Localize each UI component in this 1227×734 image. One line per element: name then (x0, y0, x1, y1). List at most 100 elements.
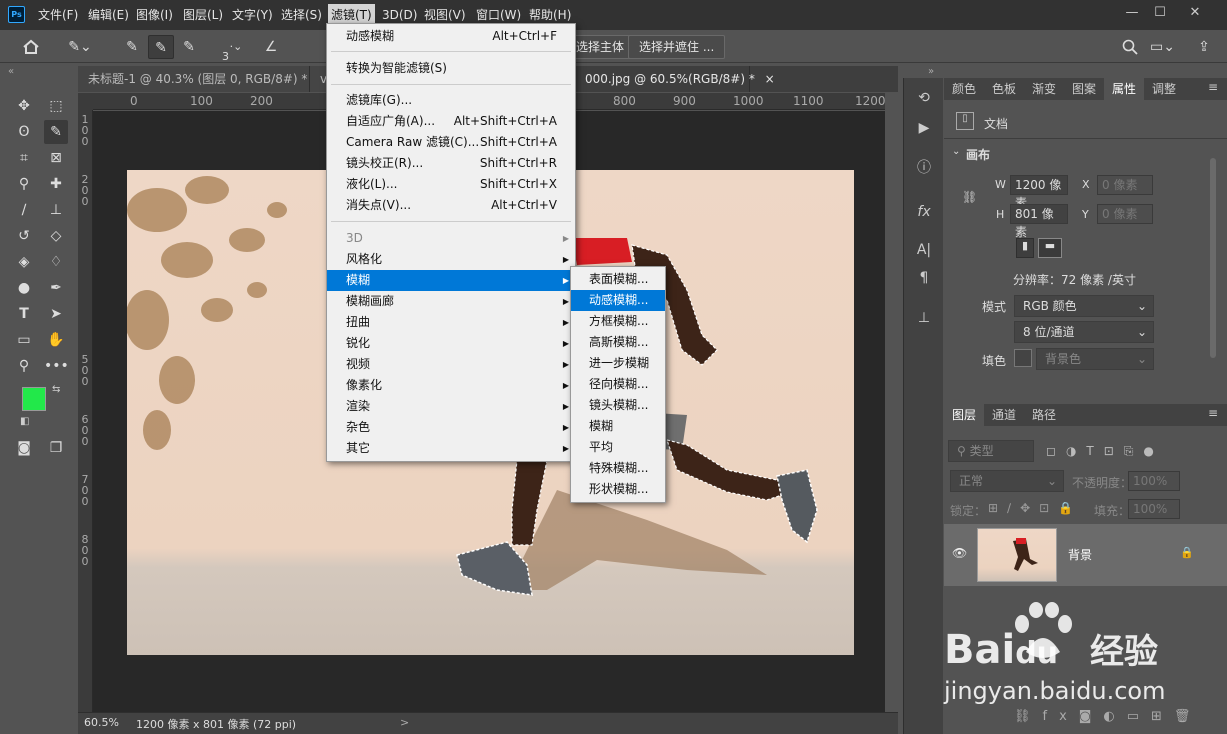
collapse-toolbox-icon[interactable]: « (8, 66, 14, 77)
move-tool-icon[interactable]: ✥ (12, 94, 36, 118)
layer-row-background[interactable]: 👁 背景 🔒 (944, 524, 1227, 586)
history-brush-tool-icon[interactable]: ↺ (12, 224, 36, 248)
quick-select-tool-icon[interactable]: ✎ (44, 120, 68, 144)
restore-button[interactable]: ☐ (1148, 4, 1172, 22)
pen-tool-icon[interactable]: ✒ (44, 276, 68, 300)
menu-item-liquify[interactable]: 液化(L)... Shift+Ctrl+X (327, 174, 575, 195)
frame-tool-icon[interactable]: ⊠ (44, 146, 68, 170)
select-and-mask-button[interactable]: 选择并遮住 ... (628, 35, 726, 59)
path-select-tool-icon[interactable]: ➤ (44, 302, 68, 326)
submenu-item-radial-blur[interactable]: 径向模糊... (571, 374, 665, 395)
menu-item-distort[interactable]: 扭曲 ▶ (327, 312, 575, 333)
tab-photo[interactable]: 000.jpg @ 60.5%(RGB/8#) * × (575, 66, 775, 92)
menu-item-video[interactable]: 视频 ▶ (327, 354, 575, 375)
marquee-tool-icon[interactable]: ⬚ (44, 94, 68, 118)
subtract-selection-icon[interactable]: ✎ (176, 35, 202, 59)
paragraph-panel-icon[interactable]: ¶ (912, 266, 936, 290)
clone-source-panel-icon[interactable]: ⊥ (912, 306, 936, 330)
zoom-tool-icon[interactable]: ⚲ (12, 354, 36, 378)
layers-menu-icon[interactable]: ≡ (1208, 406, 1218, 420)
menu-item-vanishing-point[interactable]: 消失点(V)... Alt+Ctrl+V (327, 195, 575, 216)
lock-icons[interactable]: ⊞∕✥⊡🔒 (988, 501, 1082, 515)
crop-tool-icon[interactable]: ⌗ (12, 146, 36, 170)
fill-select[interactable]: 背景色 ⌄ (1036, 348, 1154, 370)
layer-filter-select[interactable]: ⚲ 类型 (948, 440, 1034, 462)
menu-item-adaptive-wide-angle[interactable]: 自适应广角(A)... Alt+Shift+Ctrl+A (327, 111, 575, 132)
select-subject-button[interactable]: 选择主体 (566, 35, 636, 59)
home-icon[interactable] (16, 35, 46, 59)
blur-tool-icon[interactable]: ♢ (44, 250, 68, 274)
quick-mask-icon[interactable]: ◙ (12, 436, 36, 460)
tab-color[interactable]: 颜色 (944, 78, 984, 100)
menu-item-camera-raw[interactable]: Camera Raw 滤镜(C)... Shift+Ctrl+A (327, 132, 575, 153)
opacity-input[interactable]: 100% (1128, 471, 1180, 491)
visibility-eye-icon[interactable]: 👁 (952, 546, 967, 560)
submenu-item-surface-blur[interactable]: 表面模糊... (571, 269, 665, 290)
swap-colors-icon[interactable]: ⇆ (52, 384, 60, 395)
menu-item-filter-gallery[interactable]: 滤镜库(G)... (327, 90, 575, 111)
lasso-tool-icon[interactable]: ʘ (12, 120, 36, 144)
healing-brush-tool-icon[interactable]: ✚ (44, 172, 68, 196)
submenu-item-lens-blur[interactable]: 镜头模糊... (571, 395, 665, 416)
tab-untitled[interactable]: 未标题-1 @ 40.3% (图层 0, RGB/8#) * × (78, 66, 327, 92)
menu-item-lens-correction[interactable]: 镜头校正(R)... Shift+Ctrl+R (327, 153, 575, 174)
menu-item-convert-smart[interactable]: 转换为智能滤镜(S) (327, 58, 575, 79)
tab-photo-close-icon[interactable]: × (765, 72, 775, 86)
x-input[interactable]: 0 像素 (1097, 175, 1153, 195)
portrait-orientation-icon[interactable]: ▮ (1016, 238, 1034, 258)
submenu-item-shape-blur[interactable]: 形状模糊... (571, 479, 665, 500)
tab-layers[interactable]: 图层 (944, 404, 985, 426)
width-input[interactable]: 1200 像素 (1010, 175, 1068, 210)
link-dimensions-icon[interactable]: ⛓ (962, 190, 977, 204)
type-tool-icon[interactable]: T (12, 302, 36, 326)
menu-edit[interactable]: 编辑(E) (88, 0, 129, 30)
dodge-tool-icon[interactable]: ● (12, 276, 36, 300)
height-input[interactable]: 801 像素 (1010, 204, 1068, 239)
info-panel-icon[interactable]: ⓘ (912, 156, 936, 180)
properties-scrollbar[interactable] (1210, 158, 1216, 358)
menu-item-last-filter[interactable]: 动感模糊 Alt+Ctrl+F (327, 26, 575, 47)
gradient-tool-icon[interactable]: ◈ (12, 250, 36, 274)
tab-adjustments[interactable]: 调整 (1144, 78, 1184, 100)
menu-type[interactable]: 文字(Y) (232, 0, 273, 30)
character-panel-icon[interactable]: A| (912, 238, 936, 262)
tab-gradients[interactable]: 渐变 (1024, 78, 1064, 100)
rectangle-tool-icon[interactable]: ▭ (12, 328, 36, 352)
submenu-item-gaussian-blur[interactable]: 高斯模糊... (571, 332, 665, 353)
submenu-item-motion-blur[interactable]: 动感模糊... (571, 290, 665, 311)
submenu-item-box-blur[interactable]: 方框模糊... (571, 311, 665, 332)
bit-depth-select[interactable]: 8 位/通道 ⌄ (1014, 321, 1154, 343)
menu-item-blur-gallery[interactable]: 模糊画廊 ▶ (327, 291, 575, 312)
tab-properties[interactable]: 属性 (1104, 78, 1145, 100)
submenu-item-blur-more[interactable]: 进一步模糊 (571, 353, 665, 374)
stamp-tool-icon[interactable]: ⊥ (44, 198, 68, 222)
eyedropper-tool-icon[interactable]: ⚲ (12, 172, 36, 196)
submenu-item-blur[interactable]: 模糊 (571, 416, 665, 437)
history-panel-icon[interactable]: ⟲ (912, 86, 936, 110)
menu-image[interactable]: 图像(I) (136, 0, 173, 30)
status-menu-arrow[interactable]: > (400, 716, 409, 729)
tab-swatches[interactable]: 色板 (984, 78, 1024, 100)
menu-item-sharpen[interactable]: 锐化 ▶ (327, 333, 575, 354)
fill-opacity-input[interactable]: 100% (1128, 499, 1180, 519)
styles-panel-icon[interactable]: fx (912, 200, 936, 224)
brush-tool-icon[interactable]: ∕ (12, 198, 36, 222)
menu-item-render[interactable]: 渲染 ▶ (327, 396, 575, 417)
layer-name[interactable]: 背景 (1068, 546, 1092, 563)
panel-menu-icon[interactable]: ≡ (1208, 80, 1218, 94)
close-window-button[interactable]: ✕ (1183, 4, 1207, 22)
quick-select-preset-icon[interactable]: ✎⌄ (60, 35, 100, 59)
menu-item-pixelate[interactable]: 像素化 ▶ (327, 375, 575, 396)
tab-paths[interactable]: 路径 (1024, 404, 1064, 426)
layers-footer-icons[interactable]: ⛓fx◙◐▭⊞🗑 (1014, 709, 1202, 724)
new-selection-icon[interactable]: ✎ (118, 35, 146, 59)
tab-patterns[interactable]: 图案 (1064, 78, 1104, 100)
more-tools-icon[interactable]: ••• (44, 354, 69, 378)
color-mode-select[interactable]: RGB 颜色 ⌄ (1014, 295, 1154, 317)
workspace-icon[interactable]: ▭⌄ (1150, 35, 1175, 59)
search-icon[interactable] (1118, 35, 1142, 59)
collapse-panels-icon[interactable]: » (928, 66, 934, 77)
submenu-item-smart-blur[interactable]: 特殊模糊... (571, 458, 665, 479)
hand-tool-icon[interactable]: ✋ (44, 328, 68, 352)
eraser-tool-icon[interactable]: ◇ (44, 224, 68, 248)
